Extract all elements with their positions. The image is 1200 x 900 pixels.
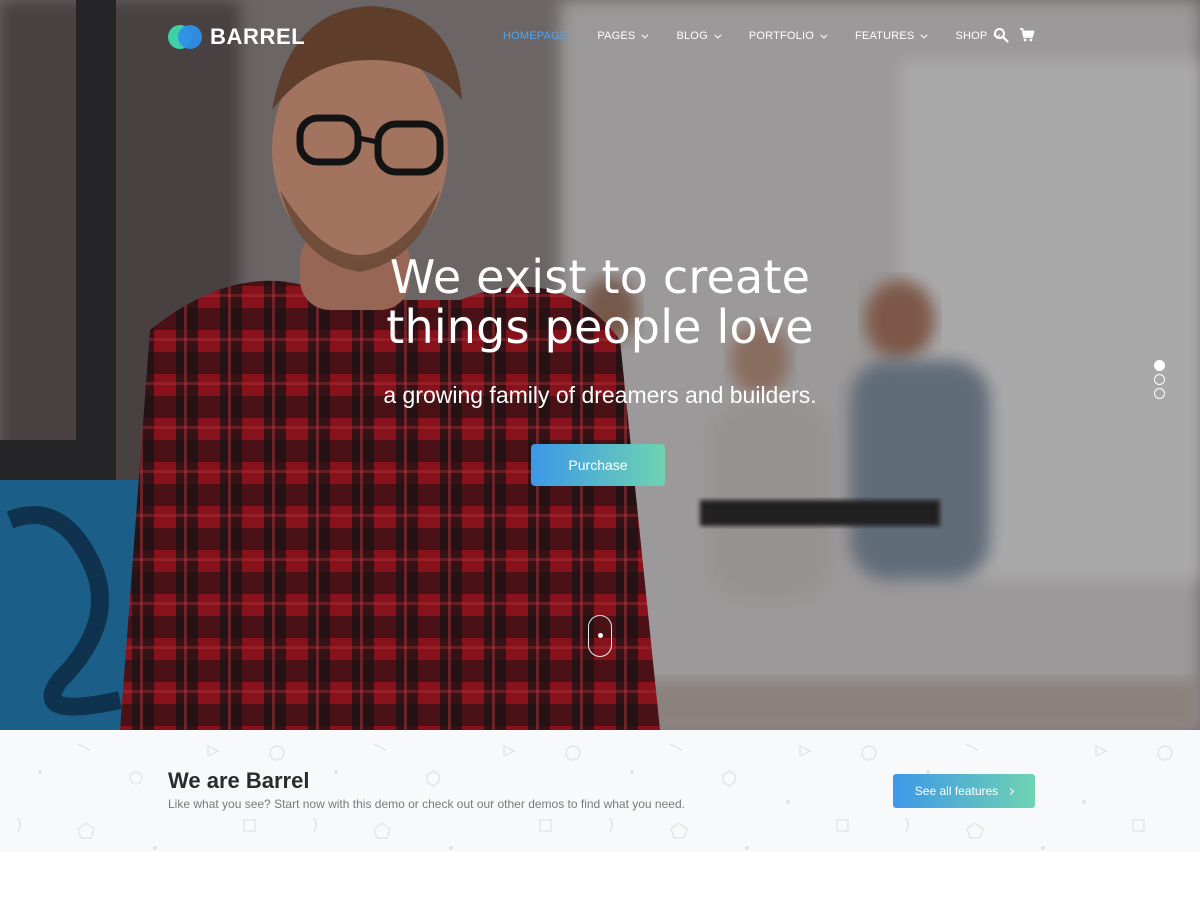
menu-item-shop[interactable]: SHOP — [955, 30, 1001, 42]
slider-dot-3[interactable] — [1154, 388, 1165, 399]
hero-subline: a growing family of dreamers and builder… — [383, 382, 817, 408]
brand-logo[interactable]: BARREL — [168, 24, 305, 50]
page-blank-area — [0, 852, 1200, 900]
hero-section: BARREL HOMEPAGE PAGES BLOG PORTFOLIO FEA… — [0, 0, 1200, 730]
menu-item-label: HOMEPAGE — [503, 30, 568, 42]
menu-item-blog[interactable]: BLOG — [676, 30, 722, 42]
search-icon[interactable] — [993, 27, 1009, 43]
purchase-button[interactable]: Purchase — [531, 444, 665, 486]
intro-title: We are Barrel — [168, 768, 310, 793]
scroll-down-icon[interactable] — [588, 615, 612, 657]
see-all-features-label: See all features — [914, 784, 999, 798]
intro-description: Like what you see? Start now with this d… — [168, 797, 685, 811]
chevron-down-icon — [714, 31, 722, 39]
menu-item-portfolio[interactable]: PORTFOLIO — [748, 30, 828, 42]
see-all-features-button[interactable]: See all features — [893, 774, 1035, 808]
brand-name: BARREL — [210, 24, 306, 49]
top-navigation: BARREL HOMEPAGE PAGES BLOG PORTFOLIO FEA… — [0, 0, 1200, 72]
main-menu: HOMEPAGE PAGES BLOG PORTFOLIO FEATURES S… — [503, 29, 1028, 43]
scroll-wheel — [598, 633, 603, 638]
menu-item-label: SHOP — [955, 30, 988, 42]
chevron-right-icon — [1007, 787, 1015, 795]
hero-headline-line2: things people love — [386, 300, 814, 354]
menu-item-features[interactable]: FEATURES — [855, 30, 928, 42]
chevron-down-icon — [920, 31, 928, 39]
intro-bar: We are Barrel Like what you see? Start n… — [0, 730, 1200, 852]
chevron-down-icon — [641, 31, 649, 39]
slider-dot-1[interactable] — [1154, 360, 1165, 371]
menu-item-label: BLOG — [676, 30, 708, 42]
menu-item-pages[interactable]: PAGES — [597, 30, 649, 42]
hero-headline: We exist to create things people love — [0, 252, 1200, 352]
chevron-down-icon — [820, 31, 828, 39]
logo-mark-icon — [168, 25, 202, 49]
menu-item-label: PORTFOLIO — [748, 30, 814, 42]
cart-icon[interactable] — [1019, 27, 1035, 43]
nav-icon-group — [993, 27, 1045, 43]
menu-item-homepage[interactable]: HOMEPAGE — [503, 30, 567, 42]
menu-item-label: FEATURES — [855, 30, 915, 42]
slider-pagination — [1154, 360, 1165, 402]
slider-dot-2[interactable] — [1154, 374, 1165, 385]
hero-headline-line1: We exist to create — [389, 250, 811, 304]
menu-item-label: PAGES — [597, 30, 636, 42]
